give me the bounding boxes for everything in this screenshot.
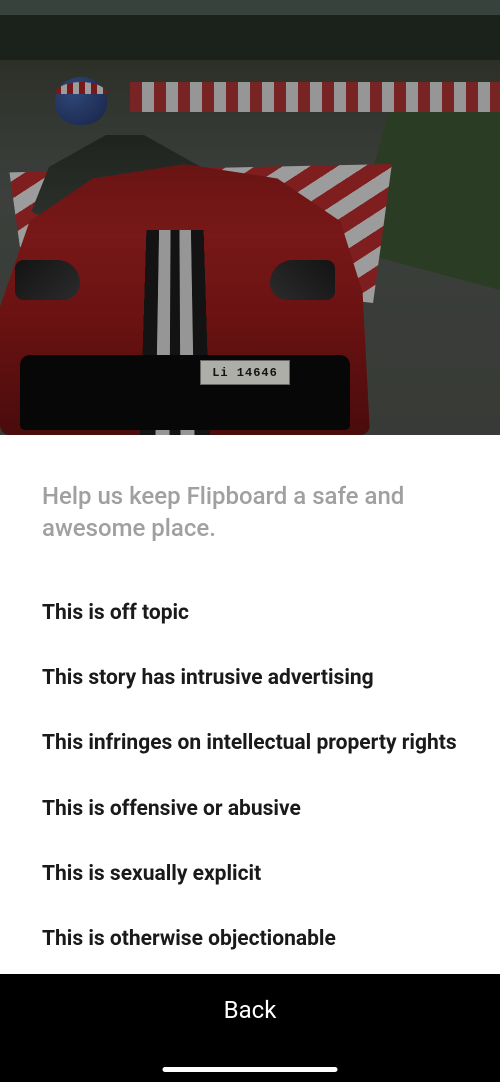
report-option-objectionable[interactable]: This is otherwise objectionable [42,926,458,953]
report-option-offensive[interactable]: This is offensive or abusive [42,796,458,823]
report-option-off-topic[interactable]: This is off topic [42,600,458,627]
back-button[interactable]: Back [224,996,277,1024]
report-option-explicit[interactable]: This is sexually explicit [42,861,458,888]
report-panel: Help us keep Flipboard a safe and awesom… [0,435,500,974]
report-option-advertising[interactable]: This story has intrusive advertising [42,665,458,692]
home-indicator[interactable] [163,1067,338,1072]
story-image: Li 14646 [0,0,500,435]
footer-bar: Back [0,974,500,1082]
report-option-ip-infringement[interactable]: This infringes on intellectual property … [42,730,458,757]
report-options-list: This is off topic This story has intrusi… [42,600,458,954]
report-subheading: Help us keep Flipboard a safe and awesom… [42,480,458,545]
